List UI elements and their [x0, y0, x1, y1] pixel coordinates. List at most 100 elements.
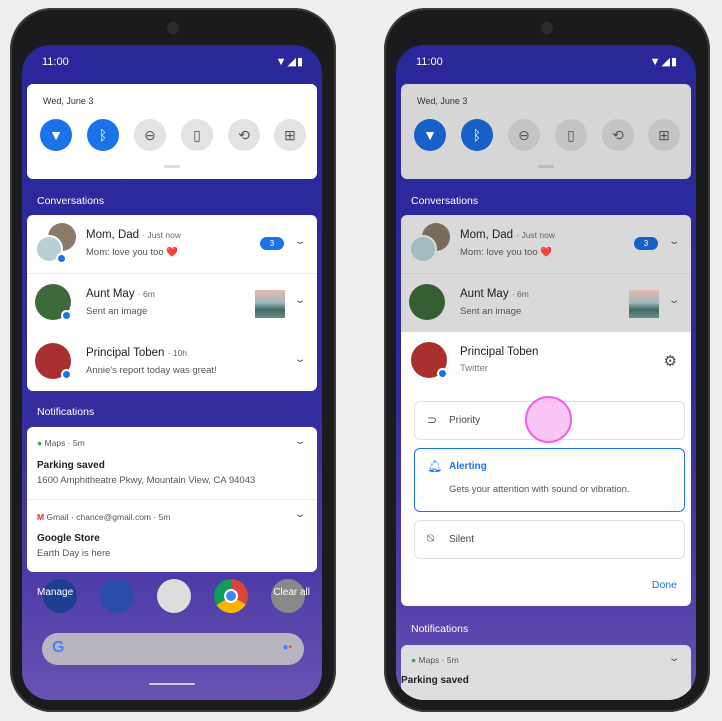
status-time: 11:00 [42, 56, 69, 68]
bell-icon: 🔔︎ [427, 459, 443, 473]
conversation-message: Sent an image [86, 306, 148, 317]
conversations-label: Conversations [411, 195, 479, 207]
bluetooth-tile[interactable]: ᛒ [87, 119, 119, 151]
flashlight-tile[interactable]: ▯ [181, 119, 213, 151]
conversation-item[interactable]: Principal Toben · 10h Annie's report tod… [27, 333, 317, 391]
maps-icon: ● [37, 438, 43, 448]
drag-handle[interactable] [164, 165, 180, 168]
chevron-down-icon[interactable]: ⌄ [294, 436, 307, 447]
image-thumbnail [629, 290, 659, 318]
phone-left: 11:00 ▼◢▮ Wed, June 3 ▼ ᛒ ⊖ ▯ ⟲ ⊞ Conver… [10, 8, 336, 712]
chevron-down-icon[interactable]: ⌄ [294, 295, 307, 306]
status-icons: ▼◢▮ [275, 56, 304, 68]
notification-time: 5m [158, 512, 171, 522]
chevron-down-icon[interactable]: ⌄ [668, 653, 681, 664]
app-name: Maps [418, 655, 440, 665]
camera [167, 22, 179, 34]
conversation-message: Mom: love you too ❤️ [86, 247, 179, 258]
touch-indicator [525, 396, 572, 443]
flashlight-icon: ▯ [193, 126, 201, 143]
battery-icon: ⊞ [658, 126, 670, 143]
maps-icon: ● [411, 655, 417, 665]
conversation-time: 10h [172, 348, 188, 358]
notifications-card: ● Maps · 5m ⌄ Parking saved 1600 Amphith… [27, 427, 317, 572]
bluetooth-icon: ᛒ [472, 127, 482, 143]
dnd-tile[interactable]: ⊖ [134, 119, 166, 151]
chevron-down-icon[interactable]: ⌄ [294, 509, 307, 520]
bluetooth-icon: ᛒ [98, 127, 108, 143]
wifi-icon: ▼ [423, 127, 437, 143]
chrome-icon[interactable] [214, 579, 248, 613]
conversation-name: Mom, Dad [86, 229, 140, 241]
conversation-item[interactable]: Aunt May · 6m Sent an image ⌄ [27, 274, 317, 333]
avatar [409, 284, 445, 320]
notification-item[interactable]: ● Maps · 5m ⌄ Parking saved 1600 Amphith… [27, 427, 317, 500]
clear-all-button[interactable]: Clear all [273, 587, 310, 598]
notification-item[interactable]: M Gmail · chance@gmail.com · 5m ⌄ Google… [27, 500, 317, 572]
gear-icon[interactable]: ⚙ [664, 352, 677, 370]
status-time: 11:00 [416, 56, 443, 68]
conversation-message: Mom: love you too ❤️ [460, 247, 553, 258]
conversations-card: Mom, Dad · Just now Mom: love you too ❤️… [27, 215, 317, 391]
play-store-icon[interactable] [157, 579, 191, 613]
conversation-time: Just now [147, 230, 181, 240]
conversation-time: 6m [142, 289, 155, 299]
drag-handle[interactable] [538, 165, 554, 168]
notification-title: Google Store [37, 533, 100, 544]
date: Wed, June 3 [43, 96, 94, 106]
app-name: Maps [44, 438, 66, 448]
rotate-tile[interactable]: ⟲ [228, 119, 260, 151]
gmail-icon: M [37, 512, 45, 522]
rotate-tile[interactable]: ⟲ [602, 119, 634, 151]
chevron-down-icon[interactable]: ⌄ [294, 354, 307, 365]
bluetooth-tile[interactable]: ᛒ [461, 119, 493, 151]
battery-saver-tile[interactable]: ⊞ [648, 119, 680, 151]
google-icon: G [52, 639, 65, 656]
conversation-item[interactable]: Mom, Dad · Just now Mom: love you too ❤️… [401, 215, 691, 274]
conversation-message: Annie's report today was great! [86, 365, 217, 376]
count-badge: 3 [634, 237, 658, 250]
status-icons: ▼◢▮ [649, 56, 678, 68]
wifi-icon: ▼ [49, 127, 63, 143]
app-name: Twitter [460, 363, 488, 374]
manage-button[interactable]: Manage [37, 587, 73, 598]
option-label: Alerting [449, 461, 487, 472]
rotate-icon: ⟲ [238, 126, 250, 143]
google-search-bar[interactable]: G ●• [42, 633, 304, 665]
conversation-item[interactable]: Aunt May · 6m Sent an image ⌄ [401, 274, 691, 332]
silent-option[interactable]: ⍉ Silent [414, 520, 685, 559]
alerting-option[interactable]: 🔔︎ Alerting Gets your attention with sou… [414, 448, 685, 512]
notification-body: 1600 Amphitheatre Pkwy, Mountain View, C… [37, 475, 256, 486]
chevron-down-icon[interactable]: ⌄ [668, 295, 681, 306]
conversation-message: Sent an image [460, 306, 522, 317]
avatar [409, 235, 437, 263]
messages-app-icon[interactable] [100, 579, 134, 613]
done-button[interactable]: Done [652, 579, 677, 591]
chevron-down-icon[interactable]: ⌄ [294, 236, 307, 247]
screen: 11:00 ▼◢▮ Wed, June 3 ▼ ᛒ ⊖ ▯ ⟲ ⊞ Conver… [396, 45, 696, 700]
option-description: Gets your attention with sound or vibrat… [449, 484, 630, 495]
wifi-tile[interactable]: ▼ [414, 119, 446, 151]
conversation-item[interactable]: Mom, Dad · Just now Mom: love you too ❤️… [27, 215, 317, 274]
app-name: Gmail [46, 512, 69, 522]
messages-icon [56, 253, 67, 264]
chevron-down-icon[interactable]: ⌄ [668, 236, 681, 247]
conversations-card-dimmed: Mom, Dad · Just now Mom: love you too ❤️… [401, 215, 691, 332]
notifications-card-dimmed: ● Maps · 5m ⌄ Parking saved [401, 645, 691, 700]
conversation-name: Principal Toben [460, 346, 539, 358]
dnd-icon: ⊖ [518, 126, 530, 143]
flashlight-tile[interactable]: ▯ [555, 119, 587, 151]
messenger-icon [61, 310, 72, 321]
battery-saver-tile[interactable]: ⊞ [274, 119, 306, 151]
dnd-tile[interactable]: ⊖ [508, 119, 540, 151]
priority-icon: ⊃ [427, 413, 438, 427]
wifi-tile[interactable]: ▼ [40, 119, 72, 151]
camera [541, 22, 553, 34]
count-badge: 3 [260, 237, 284, 250]
account: chance@gmail.com [76, 512, 152, 522]
assistant-icon[interactable]: ●• [282, 642, 292, 653]
conversation-name: Mom, Dad [460, 229, 514, 241]
option-label: Priority [449, 415, 481, 426]
nav-handle[interactable] [149, 683, 195, 685]
dnd-icon: ⊖ [144, 126, 156, 143]
